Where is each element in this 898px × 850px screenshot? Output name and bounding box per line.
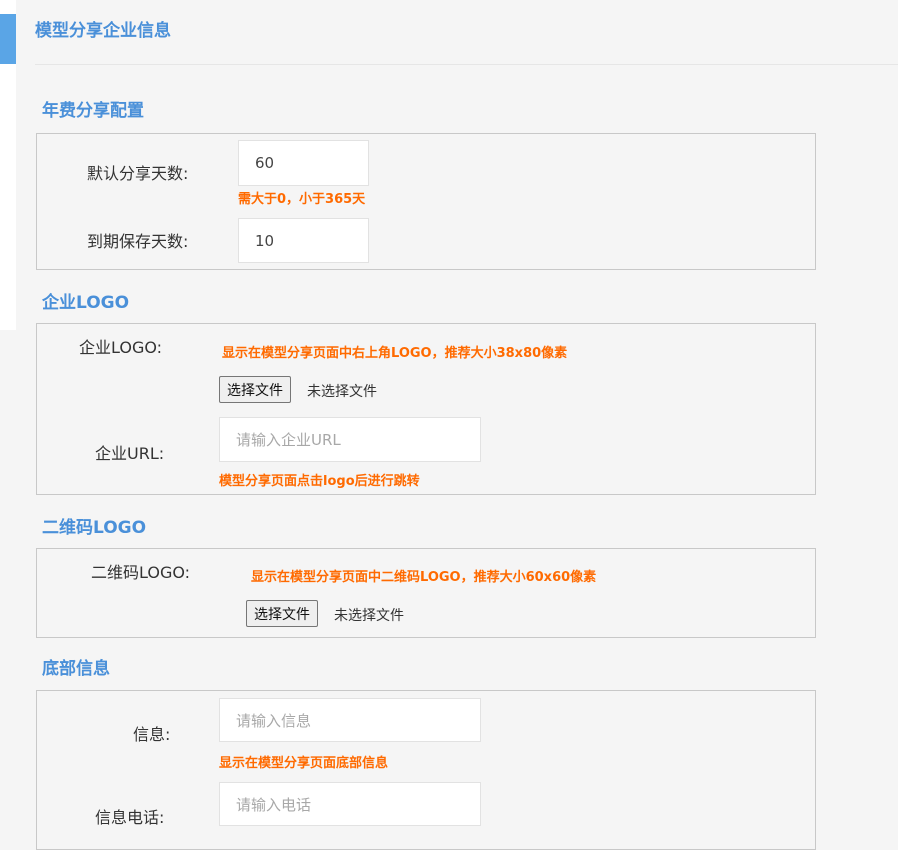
company-url-input[interactable]: 请输入企业URL xyxy=(219,417,481,462)
default-days-hint: 需大于0，小于365天 xyxy=(238,192,366,207)
default-days-input[interactable]: 60 xyxy=(238,140,369,186)
company-url-label: 企业URL: xyxy=(95,444,165,463)
title-divider xyxy=(35,64,898,65)
qr-logo-hint: 显示在模型分享页面中二维码LOGO，推荐大小60x60像素 xyxy=(251,570,597,585)
info-hint: 显示在模型分享页面底部信息 xyxy=(219,756,389,771)
qr-logo-choose-file-button[interactable]: 选择文件 xyxy=(246,600,318,627)
accent-bar xyxy=(0,14,16,64)
qr-logo-label: 二维码LOGO: xyxy=(91,563,191,582)
phone-placeholder: 请输入电话 xyxy=(236,795,312,814)
info-input[interactable]: 请输入信息 xyxy=(219,698,481,742)
company-logo-label: 企业LOGO: xyxy=(79,338,163,357)
phone-label: 信息电话: xyxy=(95,808,165,827)
default-days-label: 默认分享天数: xyxy=(87,164,189,183)
section-title-annual-share: 年费分享配置 xyxy=(42,101,144,121)
phone-input[interactable]: 请输入电话 xyxy=(219,782,481,826)
expire-keep-label: 到期保存天数: xyxy=(87,232,189,251)
company-url-hint: 模型分享页面点击logo后进行跳转 xyxy=(219,474,420,489)
qr-logo-file-status: 未选择文件 xyxy=(334,608,404,624)
info-placeholder: 请输入信息 xyxy=(236,711,312,730)
section-footer-info: 信息: 请输入信息 显示在模型分享页面底部信息 信息电话: 请输入电话 xyxy=(36,690,816,850)
page-title: 模型分享企业信息 xyxy=(35,21,171,41)
section-qr-logo: 二维码LOGO: 显示在模型分享页面中二维码LOGO，推荐大小60x60像素 选… xyxy=(36,548,816,638)
section-annual-share: 默认分享天数: 60 需大于0，小于365天 到期保存天数: 10 xyxy=(36,133,816,270)
company-logo-choose-file-button[interactable]: 选择文件 xyxy=(219,376,291,403)
company-url-placeholder: 请输入企业URL xyxy=(236,431,341,449)
default-days-value: 60 xyxy=(255,154,275,172)
section-company-logo: 企业LOGO: 显示在模型分享页面中右上角LOGO，推荐大小38x80像素 选择… xyxy=(36,323,816,495)
section-title-qr-logo: 二维码LOGO xyxy=(42,518,147,538)
company-logo-hint: 显示在模型分享页面中右上角LOGO，推荐大小38x80像素 xyxy=(222,346,568,361)
company-logo-file-status: 未选择文件 xyxy=(307,384,377,400)
info-label: 信息: xyxy=(133,725,171,744)
expire-keep-input[interactable]: 10 xyxy=(238,218,369,263)
section-title-company-logo: 企业LOGO xyxy=(42,293,130,313)
section-title-footer-info: 底部信息 xyxy=(42,659,110,679)
expire-keep-value: 10 xyxy=(255,231,275,250)
